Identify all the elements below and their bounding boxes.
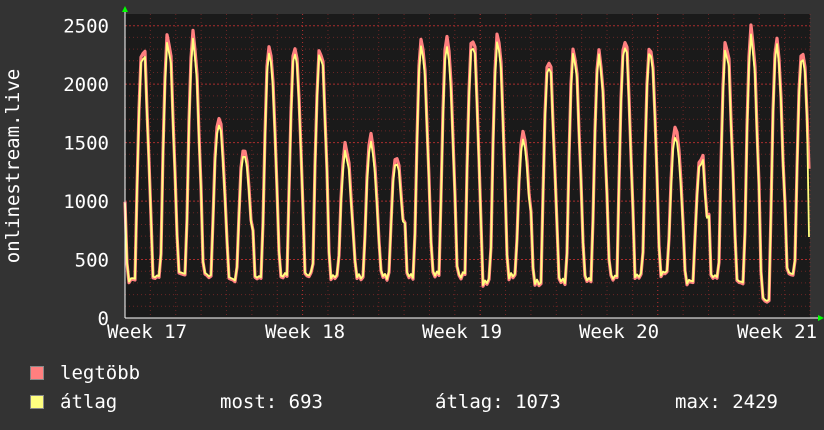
stat-average-value: 1073 — [515, 391, 561, 413]
y-tick-label: 2000 — [63, 74, 109, 96]
x-tick-label: Week 20 — [579, 321, 659, 343]
y-tick-label: 2500 — [63, 16, 109, 38]
y-tick-label: 500 — [75, 250, 109, 272]
y-tick-label: 1500 — [63, 133, 109, 155]
x-axis-arrow — [818, 315, 824, 321]
stat-current-value: 693 — [288, 391, 323, 413]
stat-average: átlag: 1073 — [435, 391, 561, 413]
stat-maximum-value: 2429 — [732, 391, 778, 413]
y-axis-arrow — [122, 6, 128, 12]
chart-container: 0 500 1000 1500 2000 2500 Week 17 Week 18 Week … — [0, 0, 824, 430]
legend-swatch-max — [30, 366, 44, 380]
x-tick-labels: Week 17 Week 18 Week 19 Week 20 Week 21 — [107, 321, 817, 343]
stat-current: most: 693 — [220, 391, 323, 413]
stat-maximum: max: 2429 — [675, 391, 778, 413]
y-axis-label: onlinestream.live — [2, 69, 24, 263]
legend-label-max: legtöbb — [60, 362, 141, 384]
x-tick-label: Week 21 — [737, 321, 817, 343]
x-tick-label: Week 18 — [265, 321, 345, 343]
legend-swatch-avg — [30, 395, 44, 409]
stat-maximum-key: max — [675, 391, 710, 413]
y-tick-label: 1000 — [63, 191, 109, 213]
x-tick-label: Week 17 — [107, 321, 187, 343]
x-tick-label: Week 19 — [422, 321, 502, 343]
stat-current-key: most — [220, 391, 266, 413]
legend-label-avg: átlag — [60, 391, 118, 413]
stat-average-key: átlag — [435, 391, 493, 413]
y-tick-labels: 05001000150020002500 — [63, 16, 109, 330]
